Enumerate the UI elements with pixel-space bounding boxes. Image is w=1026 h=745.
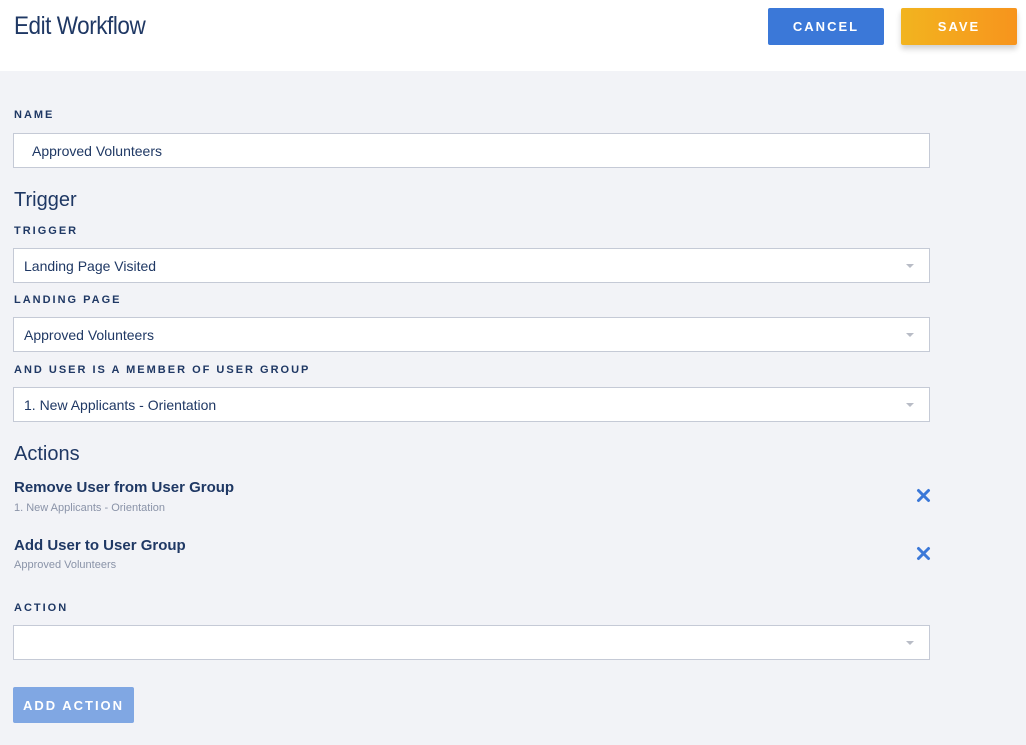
trigger-select[interactable]: Landing Page Visited: [13, 248, 930, 283]
action-select[interactable]: [13, 625, 930, 660]
chevron-down-icon: [906, 403, 914, 407]
trigger-section-title: Trigger: [14, 189, 77, 211]
page-title: Edit Workflow: [14, 12, 146, 40]
add-action-button[interactable]: ADD ACTION: [13, 687, 134, 723]
actions-section-title: Actions: [14, 443, 80, 465]
cancel-button[interactable]: CANCEL: [768, 8, 884, 45]
save-button[interactable]: SAVE: [901, 8, 1017, 45]
page-header: Edit Workflow CANCEL SAVE: [0, 0, 1026, 71]
landing-page-select-value: Approved Volunteers: [24, 326, 154, 343]
close-icon[interactable]: [916, 488, 931, 503]
landing-page-label: LANDING PAGE: [14, 294, 122, 306]
action-item-title: Remove User from User Group: [14, 479, 235, 496]
user-group-select-value: 1. New Applicants - Orientation: [24, 396, 217, 413]
user-group-select[interactable]: 1. New Applicants - Orientation: [13, 387, 930, 422]
action-item-subtitle: 1. New Applicants - Orientation: [14, 502, 166, 514]
user-group-label: AND USER IS A MEMBER OF USER GROUP: [14, 364, 311, 376]
action-item-title: Add User to User Group: [14, 537, 186, 554]
chevron-down-icon: [906, 264, 914, 268]
close-icon[interactable]: [916, 546, 931, 561]
name-input[interactable]: [13, 133, 930, 168]
chevron-down-icon: [906, 641, 914, 645]
action-item-subtitle: Approved Volunteers: [14, 559, 117, 571]
action-label: ACTION: [14, 602, 69, 614]
trigger-label: TRIGGER: [14, 225, 79, 237]
landing-page-select[interactable]: Approved Volunteers: [13, 317, 930, 352]
chevron-down-icon: [906, 333, 914, 337]
name-label: NAME: [14, 109, 55, 121]
trigger-select-value: Landing Page Visited: [24, 257, 157, 274]
